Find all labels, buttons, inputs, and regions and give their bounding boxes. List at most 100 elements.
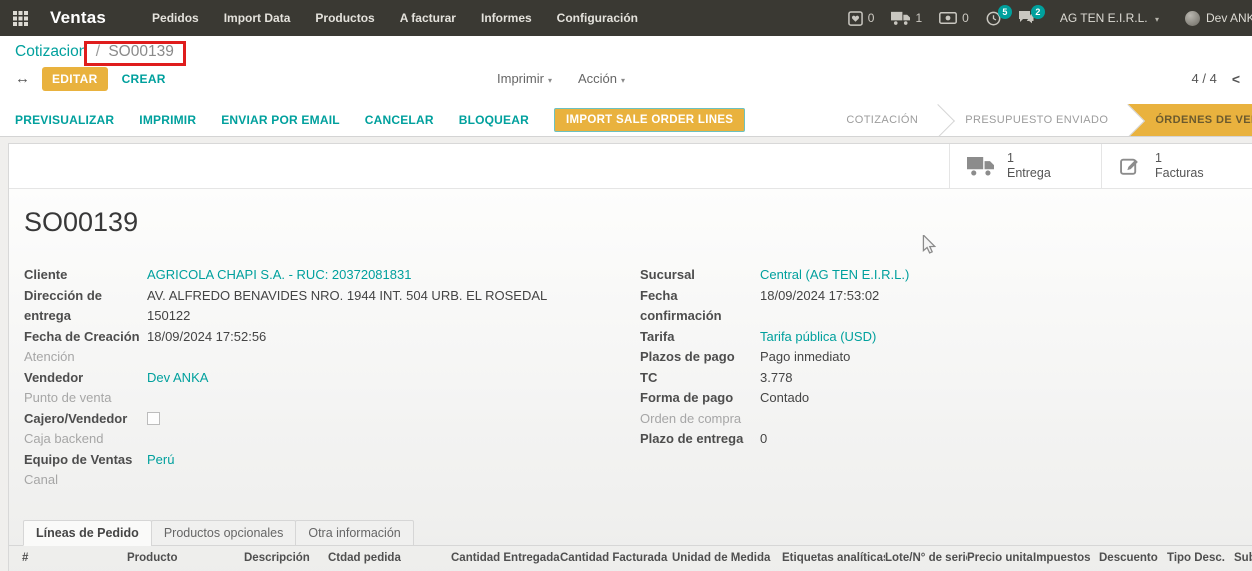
notebook-tab[interactable]: Otra información (295, 519, 414, 546)
delivery-count: 1 (915, 11, 923, 25)
field-label: Orden de compra (640, 410, 742, 426)
field-value[interactable]: Perú (147, 450, 174, 471)
field-row: Cajero/Vendedor (24, 409, 640, 430)
statusbar-button[interactable]: PREVISUALIZAR (15, 113, 114, 127)
user-menu[interactable]: Dev ANKA (1185, 10, 1252, 26)
field-value[interactable]: AGRICOLA CHAPI S.A. - RUC: 20372081831 (147, 265, 411, 286)
right-field-column: Sucursal Central (AG TEN E.I.R.L.) Fecha… (640, 265, 1252, 491)
pager-previous-icon[interactable]: < (1232, 71, 1240, 87)
field-label: Sucursal (640, 267, 695, 282)
pipeline-step[interactable]: COTIZACIÓN (819, 104, 939, 136)
action-dropdown[interactable]: Acción ▾ (578, 71, 625, 86)
column-header: Descripción (244, 551, 310, 564)
delivery-label: Entrega (1007, 166, 1051, 180)
field-value[interactable]: 0 (760, 429, 767, 450)
messages-button[interactable]: 2 (1018, 5, 1045, 25)
chevron-down-icon: ▾ (547, 76, 552, 85)
field-checkbox[interactable] (147, 411, 160, 425)
statusbar-buttons: PREVISUALIZAR IMPRIMIR ENVIAR POR EMAIL CAN… (15, 113, 554, 127)
field-label: Caja backend (24, 431, 104, 446)
field-row: Sucursal Central (AG TEN E.I.R.L.) (640, 265, 1252, 286)
notebook-tab[interactable]: Líneas de Pedido (23, 519, 152, 546)
field-value[interactable]: 3.778 (760, 368, 793, 389)
menu-item[interactable]: Configuración (557, 11, 638, 25)
left-field-column: Cliente AGRICOLA CHAPI S.A. - RUC: 20372… (24, 265, 640, 491)
create-button[interactable]: CREAR (122, 72, 166, 86)
invoices-label: Facturas (1155, 166, 1204, 180)
app-title[interactable]: Ventas (50, 8, 106, 28)
breadcrumb-parent[interactable]: Cotizacion (15, 43, 87, 60)
delivery-smart-button[interactable]: 1 Entrega (949, 144, 1101, 188)
field-row: Dirección de entrega AV. ALFREDO BENAVID… (24, 286, 640, 327)
field-value[interactable]: Pago inmediato (760, 347, 850, 368)
chevron-down-icon: ▾ (1154, 15, 1159, 24)
breadcrumb-current: SO00139 (108, 43, 174, 60)
edit-button[interactable]: EDITAR (42, 66, 108, 91)
invoices-smart-button[interactable]: 1 Facturas (1101, 144, 1252, 188)
order-lines-header: # Producto Descripción Ctdad pedida Cantidad… (9, 546, 1252, 570)
field-row: TC 3.778 (640, 368, 1252, 389)
chevron-down-icon: ▾ (620, 76, 625, 85)
field-value[interactable]: AV. ALFREDO BENAVIDES NRO. 1944 INT. 504… (147, 286, 547, 327)
pipeline-step[interactable]: ÓRDENES DE VENTA (1128, 104, 1252, 136)
field-value[interactable]: 18/09/2024 17:52:56 (147, 327, 266, 348)
column-header: Impuestos (1033, 551, 1091, 564)
swap-arrows-icon[interactable]: ↔ (15, 70, 30, 87)
import-sale-order-lines-button[interactable]: IMPORT SALE ORDER LINES (553, 108, 746, 132)
field-label: Tarifa (640, 328, 675, 344)
menu-item[interactable]: Pedidos (152, 11, 199, 25)
field-label: Cliente (24, 267, 68, 282)
notebook: Líneas de Pedido Productos opcionales Otra… (9, 519, 1252, 570)
record-title: SO00139 (24, 207, 139, 237)
cash-counter[interactable]: 0 (939, 11, 969, 25)
menu-item[interactable]: Productos (315, 11, 374, 25)
column-header: Unidad de Medida (672, 551, 771, 564)
edit-note-icon (1120, 158, 1138, 175)
main-menu: Pedidos Import Data Productos A facturar Inf… (152, 11, 663, 25)
center-dropdowns: Imprimir ▾ Acción ▾ (497, 71, 651, 86)
activities-button[interactable]: 5 (986, 4, 1012, 26)
apps-menu-icon[interactable] (13, 10, 28, 26)
field-value[interactable]: Contado (760, 388, 809, 409)
statusbar-button[interactable]: CANCELAR (365, 113, 434, 127)
company-switcher[interactable]: AG TEN E.I.R.L. ▾ (1060, 11, 1159, 25)
field-row: Plazo de entrega 0 (640, 429, 1252, 450)
field-row: Punto de venta (24, 388, 640, 409)
field-label: Fecha de Creación (24, 328, 140, 344)
statusbar-button[interactable]: BLOQUEAR (459, 113, 529, 127)
satisfaction-counter[interactable]: 0 (847, 10, 874, 26)
notebook-tab[interactable]: Productos opcionales (150, 519, 297, 546)
notebook-tabs: Líneas de Pedido Productos opcionales Otra… (9, 519, 1252, 546)
menu-item[interactable]: Import Data (224, 11, 291, 25)
form-content: SO00139 Cliente AGRICOLA CHAPI S.A. - RU… (9, 189, 1252, 571)
breadcrumb: Cotizacion / SO00139 (0, 36, 1252, 66)
field-value[interactable]: Dev ANKA (147, 368, 208, 389)
column-header: Cantidad Entregada (451, 551, 560, 564)
menu-item[interactable]: Informes (481, 11, 532, 25)
field-value[interactable]: Central (AG TEN E.I.R.L.) (760, 265, 909, 286)
menu-item[interactable]: A facturar (400, 11, 456, 25)
field-grid: Cliente AGRICOLA CHAPI S.A. - RUC: 20372… (24, 265, 1252, 491)
field-row: Cliente AGRICOLA CHAPI S.A. - RUC: 20372… (24, 265, 640, 286)
column-header: Etiquetas analíticas (782, 551, 885, 564)
field-label: Fecha confirmación (640, 287, 722, 324)
field-value[interactable]: 18/09/2024 17:53:02 (760, 286, 879, 327)
delivery-counter[interactable]: 1 (891, 11, 922, 26)
truck-icon (967, 156, 994, 176)
column-header: Lote/N° de serie (885, 551, 967, 564)
messages-badge: 2 (1030, 5, 1045, 19)
field-label: Plazo de entrega (640, 431, 744, 446)
field-row: Plazos de pago Pago inmediato (640, 347, 1252, 368)
cash-icon (939, 12, 958, 24)
pipeline-step-label: COTIZACIÓN (846, 114, 919, 126)
statusbar-button[interactable]: IMPRIMIR (139, 113, 196, 127)
field-value[interactable]: Tarifa pública (USD) (760, 327, 876, 348)
field-row: Tarifa Tarifa pública (USD) (640, 327, 1252, 348)
column-header: Ctdad pedida (328, 551, 401, 564)
pipeline-step[interactable]: PRESUPUESTO ENVIADO (938, 104, 1129, 136)
print-dropdown[interactable]: Imprimir ▾ (497, 71, 552, 86)
smart-button-box: 1 Entrega 1 Facturas (9, 144, 1252, 189)
control-panel: Cotizacion / SO00139 ↔ EDITAR CREAR Impr… (0, 36, 1252, 137)
statusbar-button[interactable]: ENVIAR POR EMAIL (221, 113, 340, 127)
invoices-count: 1 (1155, 151, 1162, 165)
